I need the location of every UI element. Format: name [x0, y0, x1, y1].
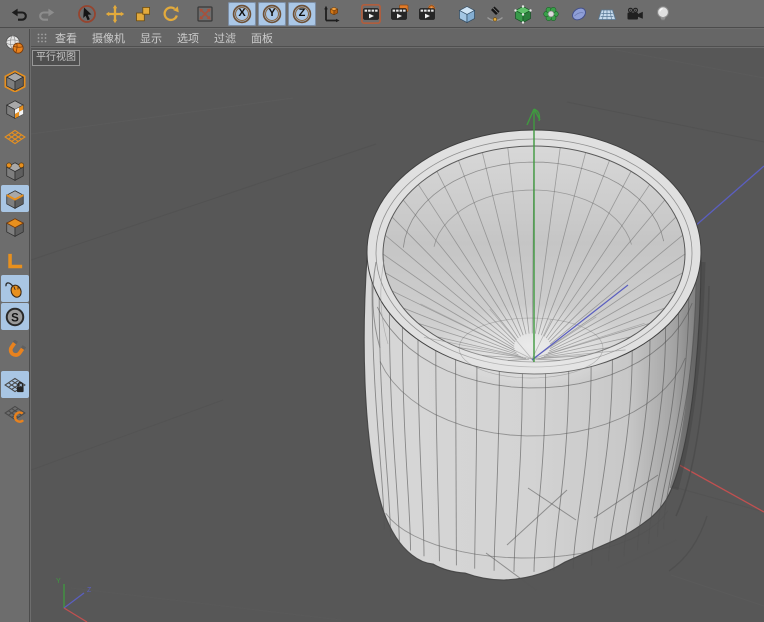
- environment-icon: [597, 4, 617, 24]
- render-view-button[interactable]: [358, 2, 384, 26]
- mode-palette: S: [0, 29, 30, 622]
- polygons-mode-button[interactable]: [1, 213, 29, 240]
- workplane-clamp-button[interactable]: [1, 399, 29, 426]
- y-axis-letter: Y: [268, 8, 275, 19]
- move-icon: [105, 4, 125, 24]
- x-axis-letter: X: [238, 8, 245, 19]
- workplane-mode-icon: [4, 126, 26, 148]
- spline-pen-icon: [485, 4, 505, 24]
- spline-pen-button[interactable]: [482, 2, 508, 26]
- viewport[interactable]: YZX 平行视图: [31, 48, 764, 622]
- live-selection-icon: [77, 4, 97, 24]
- coord-swap-button[interactable]: [192, 2, 218, 26]
- scale-tool-button[interactable]: [130, 2, 156, 26]
- render-settings-button[interactable]: [414, 2, 440, 26]
- snap-letter: S: [11, 312, 19, 324]
- snap-button[interactable]: S: [1, 303, 29, 330]
- make-editable-button[interactable]: [1, 30, 29, 60]
- enable-axis-button[interactable]: [1, 247, 29, 274]
- texture-mode-icon: [4, 98, 26, 120]
- subdivision-surface-button[interactable]: [510, 2, 536, 26]
- model-mode-icon: [4, 70, 26, 92]
- coord-swap-icon: [195, 4, 215, 24]
- snap-icon: S: [4, 306, 26, 328]
- top-toolbar: X Y Z: [0, 0, 764, 28]
- primitive-cube-button[interactable]: [454, 2, 480, 26]
- workplane-clamp-icon: [4, 402, 26, 424]
- workplane-mode-button[interactable]: [1, 123, 29, 150]
- grid-handle-icon[interactable]: [37, 33, 47, 43]
- tweak-mode-icon: [4, 278, 26, 300]
- viewport-menubar: 查看 摄像机 显示 选项 过滤 面板: [31, 29, 764, 47]
- make-editable-icon: [4, 34, 26, 56]
- menu-item-panel[interactable]: 面板: [251, 30, 273, 46]
- render-settings-icon: [417, 4, 437, 24]
- svg-text:Z: Z: [87, 587, 92, 594]
- menu-item-options[interactable]: 选项: [177, 30, 199, 46]
- menu-item-camera[interactable]: 摄像机: [92, 30, 125, 46]
- camera-icon: [625, 4, 645, 24]
- edges-mode-button[interactable]: [1, 185, 29, 212]
- points-mode-button[interactable]: [1, 157, 29, 184]
- y-axis-lock-button[interactable]: Y: [258, 2, 286, 26]
- svg-text:Y: Y: [56, 578, 61, 585]
- z-axis-letter: Z: [299, 8, 306, 19]
- polygons-mode-icon: [4, 216, 26, 238]
- light-icon: [653, 4, 673, 24]
- light-button[interactable]: [650, 2, 676, 26]
- deformers-icon: [569, 4, 589, 24]
- tweak-mode-button[interactable]: [1, 275, 29, 302]
- subdivision-surface-icon: [513, 4, 533, 24]
- magnet-icon: [4, 340, 26, 362]
- points-mode-icon: [4, 160, 26, 182]
- deformers-button[interactable]: [566, 2, 592, 26]
- camera-button[interactable]: [622, 2, 648, 26]
- menu-item-display[interactable]: 显示: [140, 30, 162, 46]
- undo-button[interactable]: [6, 2, 32, 26]
- texture-mode-button[interactable]: [1, 95, 29, 122]
- lock-workplane-icon: [4, 374, 26, 396]
- viewport-canvas[interactable]: YZX: [31, 48, 764, 622]
- x-axis-lock-button[interactable]: X: [228, 2, 256, 26]
- generators-icon: [541, 4, 561, 24]
- primitive-cube-icon: [457, 4, 477, 24]
- menu-item-filter[interactable]: 过滤: [214, 30, 236, 46]
- lock-workplane-button[interactable]: [1, 371, 29, 398]
- menu-item-view[interactable]: 查看: [55, 30, 77, 46]
- coordinate-system-icon: [321, 4, 341, 24]
- move-tool-button[interactable]: [102, 2, 128, 26]
- rotate-tool-button[interactable]: [158, 2, 184, 26]
- rotate-icon: [161, 4, 181, 24]
- environment-button[interactable]: [594, 2, 620, 26]
- model-mode-button[interactable]: [1, 67, 29, 94]
- coordinate-system-button[interactable]: [318, 2, 344, 26]
- scale-icon: [133, 4, 153, 24]
- magnet-button[interactable]: [1, 337, 29, 364]
- live-selection-button[interactable]: [74, 2, 100, 26]
- view-type-label: 平行视图: [32, 50, 80, 66]
- generators-button[interactable]: [538, 2, 564, 26]
- enable-axis-icon: [4, 250, 26, 272]
- edges-mode-icon: [4, 188, 26, 210]
- render-view-icon: [361, 4, 381, 24]
- render-picture-viewer-icon: [389, 4, 409, 24]
- render-picture-viewer-button[interactable]: [386, 2, 412, 26]
- cinema4d-window: X Y Z: [0, 0, 764, 622]
- redo-icon: [37, 4, 57, 24]
- undo-icon: [9, 4, 29, 24]
- redo-button[interactable]: [34, 2, 60, 26]
- z-axis-lock-button[interactable]: Z: [288, 2, 316, 26]
